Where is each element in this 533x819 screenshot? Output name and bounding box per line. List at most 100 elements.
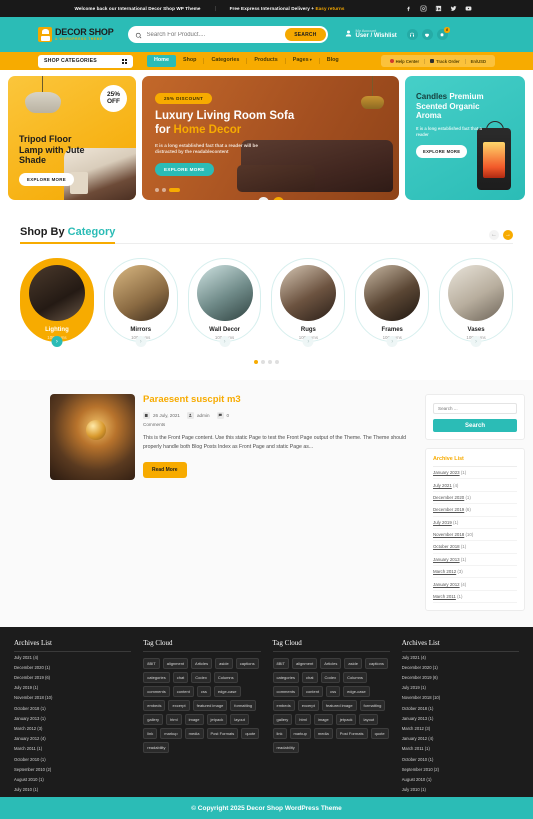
footer-tag[interactable]: readability (143, 742, 170, 754)
track-order-link[interactable]: Track Order (425, 58, 466, 64)
hero-next-button[interactable]: → (272, 197, 284, 200)
footer-archive-item[interactable]: October 2018 (1) (402, 703, 519, 713)
banner-carousel-dots[interactable] (155, 188, 180, 192)
footer-tag[interactable]: css (196, 686, 211, 698)
category-arrow-icon[interactable]: › (386, 336, 398, 347)
footer-archive-item[interactable]: July 2010 (1) (402, 785, 519, 795)
footer-archive-item[interactable]: January 2012 (4) (14, 734, 131, 744)
instagram-icon[interactable] (420, 5, 428, 13)
nav-item-shop[interactable]: Shop (176, 57, 205, 64)
category-card-lighting[interactable]: Lighting 100 Items › (20, 258, 94, 347)
footer-archive-item[interactable]: December 2019 (6) (402, 673, 519, 683)
sidebar-archive-item[interactable]: October 2018 (1) (433, 541, 517, 554)
footer-archive-item[interactable]: March 2011 (1) (402, 744, 519, 754)
footer-archive-item[interactable]: July 2010 (1) (14, 785, 131, 795)
sidebar-archive-item[interactable]: July 2021 (4) (433, 479, 517, 492)
my-account-block[interactable]: My Account User / Wishlist (344, 28, 397, 41)
sidebar-archive-link[interactable]: July 2021 (433, 483, 452, 488)
category-arrow-icon[interactable]: › (470, 336, 482, 347)
banner-tripod-lamp[interactable]: 25% OFF Tripod Floor Lamp with Jute Shad… (8, 76, 136, 200)
category-arrow-icon[interactable]: › (219, 336, 231, 347)
carousel-dot[interactable] (155, 188, 159, 192)
sidebar-archive-item[interactable]: July 2019 (1) (433, 517, 517, 529)
sidebar-archive-link[interactable]: December 2020 (433, 495, 464, 500)
banner-candles[interactable]: Candles Premium Scented Organic Aroma It… (405, 76, 525, 200)
sidebar-search-button[interactable]: Search (433, 419, 517, 432)
site-logo[interactable]: DECOR SHOP A WORDPRESS THEME (38, 27, 114, 42)
footer-tag[interactable]: edge-case (213, 686, 241, 698)
search-input[interactable] (141, 31, 286, 38)
search-button[interactable]: SEARCH (285, 28, 326, 41)
topbar-easy-returns-link[interactable]: Easy returns (315, 6, 344, 11)
footer-archive-item[interactable]: July 2019 (1) (402, 683, 519, 693)
footer-archive-item[interactable]: March 2012 (3) (402, 723, 519, 733)
sidebar-archive-link[interactable]: January 2012 (433, 582, 460, 587)
twitter-icon[interactable] (450, 5, 458, 13)
footer-archive-item[interactable]: July 2021 (4) (402, 652, 519, 662)
footer-tag[interactable]: comments (143, 686, 170, 698)
footer-archive-item[interactable]: January 2013 (1) (14, 713, 131, 723)
category-card-frames[interactable]: Frames 100 Items › (355, 258, 430, 347)
footer-tag[interactable]: Post Formats (335, 728, 368, 740)
footer-tag[interactable]: featured image (321, 700, 357, 712)
support-headphone-icon[interactable] (406, 29, 418, 40)
sidebar-archive-link[interactable]: March 2011 (433, 594, 456, 599)
footer-tag[interactable]: gallery (143, 714, 164, 726)
footer-tag[interactable]: alignment (291, 658, 318, 670)
carousel-dot[interactable] (162, 188, 166, 192)
footer-archive-item[interactable]: March 2011 (1) (14, 744, 131, 754)
footer-tag[interactable]: edge-case (343, 686, 370, 698)
sidebar-archive-item[interactable]: March 2011 (1) (433, 591, 517, 604)
footer-tag[interactable]: Columns (343, 672, 367, 684)
hero-prev-button[interactable]: ← (257, 197, 269, 200)
footer-archive-item[interactable]: September 2010 (2) (402, 764, 519, 774)
sidebar-archive-item[interactable]: November 2018 (10) (433, 529, 517, 542)
sidebar-archive-item[interactable]: January 2023 (1) (433, 467, 517, 480)
category-prev-button[interactable]: ← (489, 230, 499, 240)
cart-icon[interactable]: 0 (436, 27, 450, 40)
footer-archive-item[interactable]: October 2010 (1) (14, 754, 131, 764)
category-dot-active[interactable] (254, 360, 258, 364)
footer-archive-item[interactable]: July 2021 (4) (14, 652, 131, 662)
wishlist-heart-icon[interactable] (421, 29, 433, 40)
sidebar-archive-link[interactable]: March 2012 (433, 569, 456, 574)
sidebar-archive-link[interactable]: January 2013 (433, 557, 460, 562)
category-card-wall-decor[interactable]: Wall Decor 100 Items › (187, 258, 262, 347)
footer-archive-item[interactable]: September 2010 (2) (14, 764, 131, 774)
footer-tag[interactable]: 8BIT (143, 658, 160, 670)
footer-tag[interactable]: link (143, 728, 158, 740)
sidebar-archive-item[interactable]: January 2012 (4) (433, 578, 517, 591)
post-thumbnail[interactable] (50, 394, 135, 480)
nav-item-home[interactable]: Home (147, 55, 176, 67)
footer-tag[interactable]: Articles (191, 658, 213, 670)
banner-luxury-sofa[interactable]: 25% DISCOUNT Luxury Living Room Sofa for … (142, 76, 399, 200)
footer-tag[interactable]: quote (370, 728, 389, 740)
footer-tag[interactable]: aside (215, 658, 233, 670)
footer-tag[interactable]: media (184, 728, 204, 740)
sidebar-archive-item[interactable]: December 2019 (6) (433, 504, 517, 517)
footer-tag[interactable]: image (184, 714, 204, 726)
footer-tag[interactable]: embeds (143, 700, 166, 712)
footer-archive-item[interactable]: December 2020 (1) (402, 662, 519, 672)
sidebar-archive-link[interactable]: July 2019 (433, 520, 452, 525)
youtube-icon[interactable] (465, 5, 473, 13)
footer-tag[interactable]: jetpack (206, 714, 228, 726)
language-currency-selector[interactable]: En/USD (466, 59, 491, 64)
sidebar-archive-link[interactable]: November 2018 (433, 532, 464, 537)
footer-tag[interactable]: readability (272, 742, 299, 754)
footer-tag[interactable]: html (295, 714, 311, 726)
footer-tag[interactable]: quote (241, 728, 260, 740)
footer-archive-item[interactable]: December 2019 (6) (14, 673, 131, 683)
post-author-text[interactable]: admin (197, 413, 210, 418)
footer-tag[interactable]: 8BIT (272, 658, 289, 670)
footer-archive-item[interactable]: January 2013 (1) (402, 713, 519, 723)
footer-tag[interactable]: chat (172, 672, 189, 684)
sidebar-archive-link[interactable]: January 2023 (433, 470, 460, 475)
footer-tag[interactable]: chat (301, 672, 318, 684)
carousel-dot-active[interactable] (169, 188, 180, 192)
sidebar-search-input[interactable] (433, 403, 517, 414)
footer-tag[interactable]: featured image (192, 700, 228, 712)
category-next-button[interactable]: → (503, 230, 513, 240)
footer-tag[interactable]: media (313, 728, 333, 740)
footer-tag[interactable]: markup (160, 728, 182, 740)
